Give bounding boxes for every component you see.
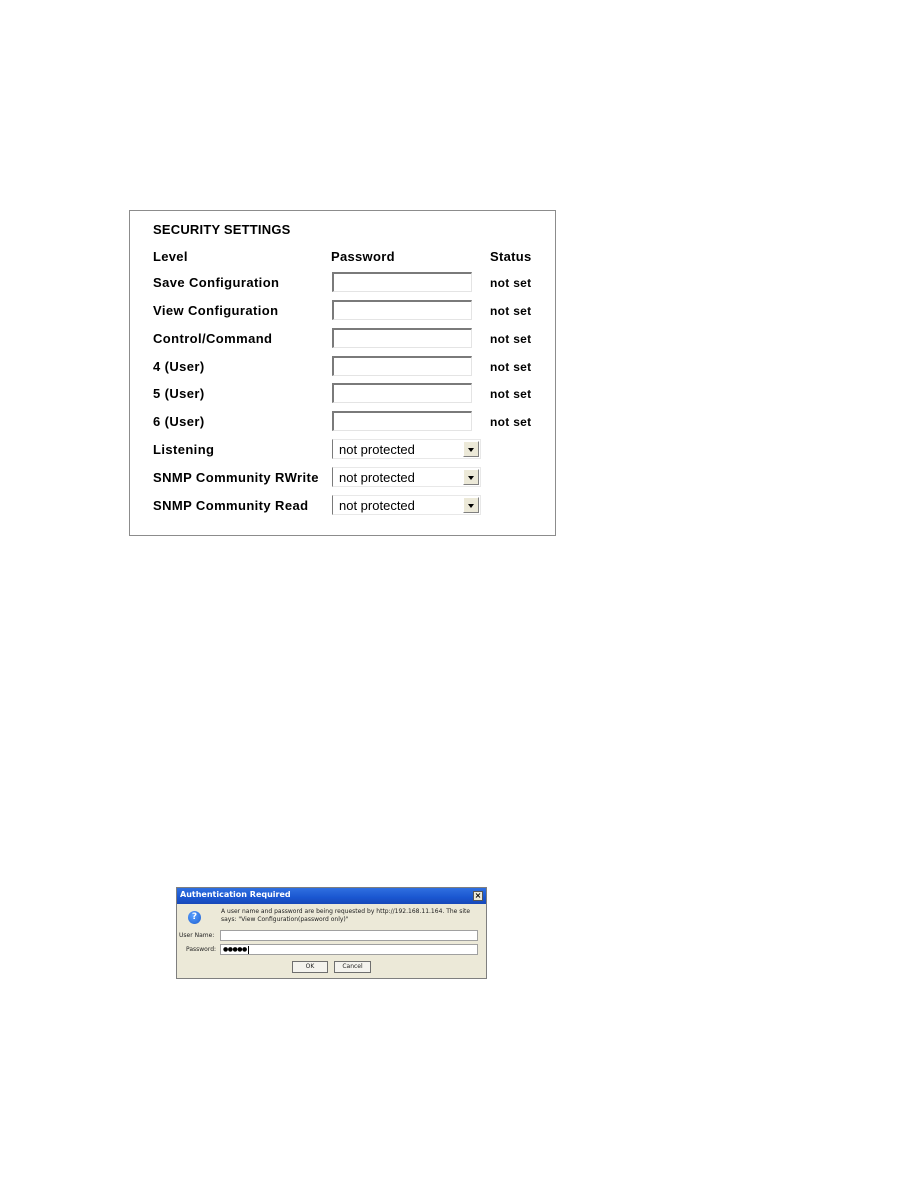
question-icon: ? bbox=[188, 911, 201, 924]
status-text: not set bbox=[490, 276, 532, 290]
security-row-snmp-read: SNMP Community Read not protected bbox=[130, 495, 555, 517]
row-label: 4 (User) bbox=[153, 359, 205, 374]
password-label: Password: bbox=[186, 946, 217, 953]
selected-value: not protected bbox=[339, 470, 415, 485]
ok-button[interactable]: OK bbox=[292, 961, 328, 973]
column-header-level: Level bbox=[153, 249, 188, 264]
security-settings-panel: SECURITY SETTINGS Level Password Status … bbox=[129, 210, 556, 536]
dialog-title: Authentication Required bbox=[180, 890, 291, 899]
status-text: not set bbox=[490, 415, 532, 429]
security-row-control-command: Control/Command not set bbox=[130, 328, 555, 350]
chevron-down-icon bbox=[468, 448, 474, 452]
security-row-user-5: 5 (User) not set bbox=[130, 383, 555, 405]
row-label: SNMP Community Read bbox=[153, 498, 309, 513]
security-row-save-configuration: Save Configuration not set bbox=[130, 272, 555, 294]
authentication-dialog: Authentication Required × ? A user name … bbox=[176, 887, 487, 979]
password-input[interactable]: ●●●●● bbox=[220, 944, 478, 955]
cancel-button[interactable]: Cancel bbox=[334, 961, 371, 973]
row-label: View Configuration bbox=[153, 303, 279, 318]
snmp-rwrite-select[interactable]: not protected bbox=[332, 467, 481, 487]
control-command-password-input[interactable] bbox=[332, 328, 472, 348]
chevron-down-icon bbox=[468, 476, 474, 480]
dropdown-button[interactable] bbox=[463, 469, 479, 485]
security-row-user-4: 4 (User) not set bbox=[130, 356, 555, 378]
row-label: 5 (User) bbox=[153, 386, 205, 401]
user-6-password-input[interactable] bbox=[332, 411, 472, 431]
dialog-titlebar[interactable]: Authentication Required × bbox=[177, 888, 486, 904]
snmp-read-select[interactable]: not protected bbox=[332, 495, 481, 515]
user-4-password-input[interactable] bbox=[332, 356, 472, 376]
dialog-message: A user name and password are being reque… bbox=[221, 908, 471, 923]
status-text: not set bbox=[490, 304, 532, 318]
close-icon[interactable]: × bbox=[473, 891, 483, 901]
row-label: Save Configuration bbox=[153, 275, 280, 290]
security-row-user-6: 6 (User) not set bbox=[130, 411, 555, 433]
view-configuration-password-input[interactable] bbox=[332, 300, 472, 320]
row-label: Control/Command bbox=[153, 331, 273, 346]
status-text: not set bbox=[490, 360, 532, 374]
user-name-input[interactable] bbox=[220, 930, 478, 941]
row-label: SNMP Community RWrite bbox=[153, 470, 319, 485]
status-text: not set bbox=[490, 387, 532, 401]
user-name-label: User Name: bbox=[179, 932, 215, 939]
chevron-down-icon bbox=[468, 504, 474, 508]
listening-select[interactable]: not protected bbox=[332, 439, 481, 459]
user-5-password-input[interactable] bbox=[332, 383, 472, 403]
security-row-snmp-rwrite: SNMP Community RWrite not protected bbox=[130, 467, 555, 489]
security-row-view-configuration: View Configuration not set bbox=[130, 300, 555, 322]
status-text: not set bbox=[490, 332, 532, 346]
dropdown-button[interactable] bbox=[463, 497, 479, 513]
column-header-status: Status bbox=[490, 249, 532, 264]
panel-title: SECURITY SETTINGS bbox=[153, 222, 291, 237]
dropdown-button[interactable] bbox=[463, 441, 479, 457]
column-header-password: Password bbox=[331, 249, 395, 264]
save-configuration-password-input[interactable] bbox=[332, 272, 472, 292]
row-label: Listening bbox=[153, 442, 215, 457]
security-row-listening: Listening not protected bbox=[130, 439, 555, 461]
selected-value: not protected bbox=[339, 442, 415, 457]
selected-value: not protected bbox=[339, 498, 415, 513]
row-label: 6 (User) bbox=[153, 414, 205, 429]
